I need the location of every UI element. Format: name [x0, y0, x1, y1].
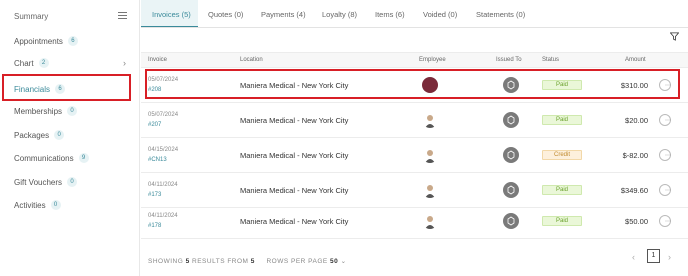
tab-loyalty[interactable]: Loyalty (8)	[322, 10, 357, 19]
sidebar-item-label: Packages	[14, 130, 50, 140]
count-badge: 0	[50, 200, 61, 210]
sidebar-item-activities[interactable]: Activities 0	[14, 200, 61, 210]
status-badge: Paid	[542, 80, 582, 90]
employee-avatar	[422, 147, 438, 163]
location-text: Maniera Medical - New York City	[240, 116, 349, 125]
issued-to-avatar	[503, 147, 519, 163]
tab-statements[interactable]: Statements (0)	[476, 10, 525, 19]
count-badge: 9	[78, 153, 89, 163]
col-employee[interactable]: Employee	[419, 57, 446, 63]
tab-bar: Invoices (5) Quotes (0) Payments (4) Loy…	[141, 0, 688, 28]
amount-text: $349.60	[620, 186, 648, 195]
more-options-icon[interactable]: ⋯	[659, 114, 671, 126]
employee-avatar	[422, 182, 438, 198]
table-row[interactable]: 04/11/2024 #173 Maniera Medical - New Yo…	[141, 173, 688, 208]
sidebar-item-label: Appointments	[14, 36, 63, 46]
sidebar-item-gift-vouchers[interactable]: Gift Vouchers 0	[14, 177, 78, 187]
count-badge: 2	[38, 58, 49, 68]
tab-payments[interactable]: Payments (4)	[261, 10, 306, 19]
highlight-financials	[2, 74, 131, 101]
invoice-number-link[interactable]: #178	[148, 223, 161, 229]
filter-icon[interactable]	[670, 32, 679, 41]
sidebar-item-label: Gift Vouchers	[14, 177, 63, 187]
table-row[interactable]: 04/15/2024 #CN13 Maniera Medical - New Y…	[141, 138, 688, 173]
count-badge: 0	[67, 177, 78, 187]
sidebar-item-label: Chart	[14, 58, 34, 68]
col-issued-to[interactable]: Issued To	[496, 57, 522, 63]
tab-voided[interactable]: Voided (0)	[423, 10, 457, 19]
sidebar-item-label: Activities	[14, 200, 46, 210]
tab-quotes[interactable]: Quotes (0)	[208, 10, 243, 19]
results-summary: SHOWING 5 RESULTS FROM 5 ROWS PER PAGE 5…	[148, 257, 347, 265]
rows-per-page-select[interactable]: 50	[330, 258, 338, 265]
count-badge: 0	[67, 106, 78, 116]
location-text: Maniera Medical - New York City	[240, 151, 349, 160]
more-options-icon[interactable]: ⋯	[659, 79, 671, 91]
more-options-icon[interactable]: ⋯	[659, 215, 671, 227]
table-row[interactable]: 05/07/2024 #207 Maniera Medical - New Yo…	[141, 103, 688, 138]
sidebar-item-label: Communications	[14, 153, 74, 163]
status-badge: Credit	[542, 150, 582, 160]
col-invoice[interactable]: Invoice	[148, 57, 167, 63]
employee-avatar	[422, 112, 438, 128]
showing-label: SHOWING	[148, 258, 184, 265]
tab-invoices[interactable]: Invoices (5)	[152, 10, 191, 19]
results-from-label: RESULTS FROM	[192, 258, 249, 265]
employee-avatar	[422, 77, 438, 93]
sidebar: Summary Appointments 6 Chart 2 › Financi…	[0, 0, 140, 276]
invoice-date: 05/07/2024	[148, 112, 179, 118]
sidebar-item-appointments[interactable]: Appointments 6	[14, 36, 78, 46]
issued-to-avatar	[503, 182, 519, 198]
tab-items[interactable]: Items (6)	[375, 10, 405, 19]
more-options-icon[interactable]: ⋯	[659, 184, 671, 196]
prev-page-icon[interactable]: ‹	[632, 252, 635, 262]
sidebar-item-memberships[interactable]: Memberships 0	[14, 106, 78, 116]
amount-text: $20.00	[625, 116, 648, 125]
table-row[interactable]: 04/11/2024 #178 Maniera Medical - New Yo…	[141, 204, 688, 239]
amount-text: $310.00	[620, 81, 648, 90]
issued-to-avatar	[503, 213, 519, 229]
location-text: Maniera Medical - New York City	[240, 186, 349, 195]
location-text: Maniera Medical - New York City	[240, 217, 349, 226]
location-text: Maniera Medical - New York City	[240, 81, 349, 90]
collapse-menu-icon[interactable]	[118, 12, 127, 20]
count-badge: 0	[54, 130, 65, 140]
status-badge: Paid	[542, 216, 582, 226]
sidebar-item-chart[interactable]: Chart 2	[14, 58, 49, 68]
amount-text: $-82.00	[622, 151, 648, 160]
sidebar-item-packages[interactable]: Packages 0	[14, 130, 65, 140]
amount-text: $50.00	[625, 217, 648, 226]
sidebar-item-communications[interactable]: Communications 9	[14, 153, 89, 163]
rows-per-page-label: ROWS PER PAGE	[266, 258, 328, 265]
table-header: Invoice Location Employee Issued To Stat…	[141, 52, 688, 68]
issued-to-avatar	[503, 77, 519, 93]
more-options-icon[interactable]: ⋯	[659, 149, 671, 161]
invoice-number-link[interactable]: #CN13	[148, 157, 167, 163]
col-status[interactable]: Status	[542, 57, 559, 63]
chevron-down-icon[interactable]: ⌄	[341, 258, 347, 265]
issued-to-avatar	[503, 112, 519, 128]
col-amount[interactable]: Amount	[625, 57, 646, 63]
invoice-number-link[interactable]: #173	[148, 192, 161, 198]
table-row[interactable]: 05/07/2024 #208 Maniera Medical - New Yo…	[141, 68, 688, 103]
invoice-number-link[interactable]: #207	[148, 122, 161, 128]
invoice-date: 04/15/2024	[148, 147, 179, 153]
invoice-number-link[interactable]: #208	[148, 87, 161, 93]
employee-avatar	[422, 213, 438, 229]
col-location[interactable]: Location	[240, 57, 263, 63]
invoice-date: 04/11/2024	[148, 182, 178, 188]
sidebar-item-label: Memberships	[14, 106, 63, 116]
sidebar-header[interactable]: Summary	[14, 12, 48, 21]
next-page-icon[interactable]: ›	[668, 252, 671, 262]
count-badge: 6	[67, 36, 78, 46]
status-badge: Paid	[542, 115, 582, 125]
status-badge: Paid	[542, 185, 582, 195]
showing-count: 5	[185, 258, 190, 265]
invoice-date: 04/11/2024	[148, 213, 178, 219]
invoice-date: 05/07/2024	[148, 77, 179, 83]
chevron-right-icon[interactable]: ›	[123, 58, 126, 68]
results-total: 5	[250, 258, 255, 265]
current-page-button[interactable]: 1	[647, 249, 660, 263]
